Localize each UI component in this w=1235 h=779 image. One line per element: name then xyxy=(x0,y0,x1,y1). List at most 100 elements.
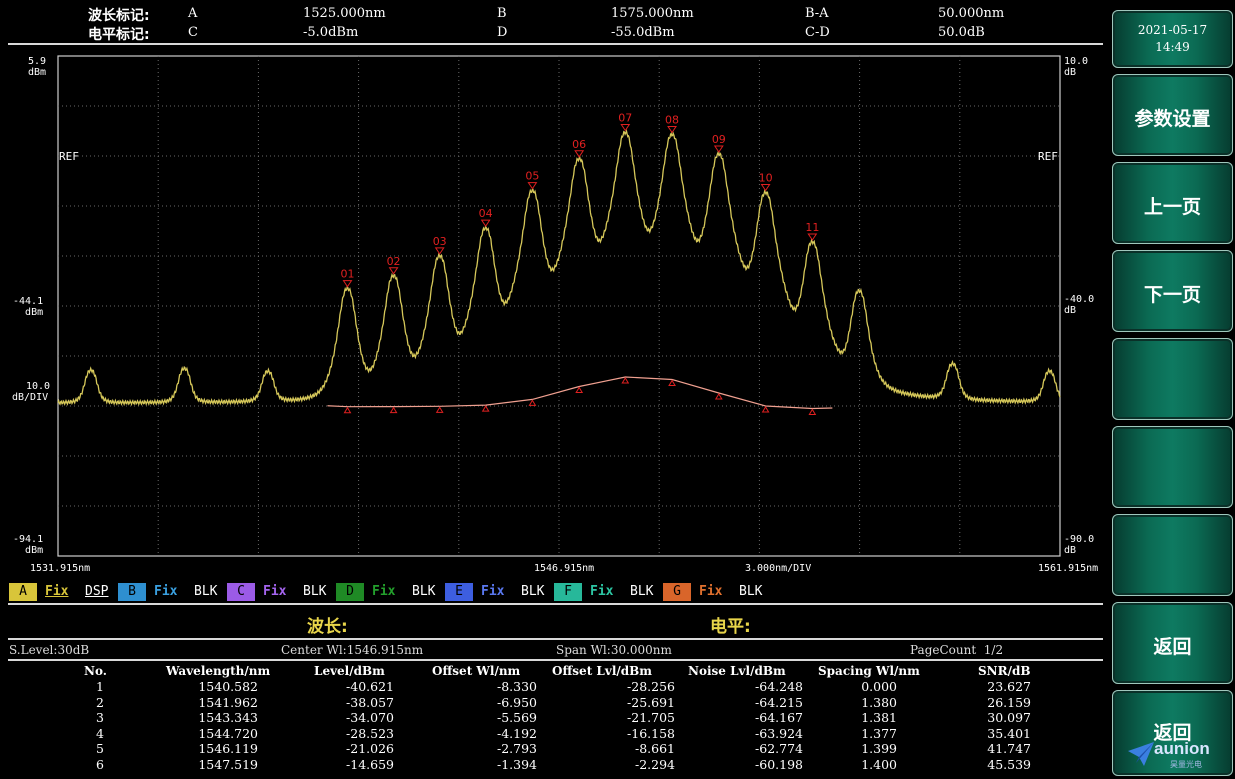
trace-fix: Fix xyxy=(372,584,396,599)
table-cell: -21.026 xyxy=(346,741,394,757)
table-cell: -14.659 xyxy=(346,757,394,772)
soft-key-4[interactable] xyxy=(1112,338,1233,420)
trace-id: B xyxy=(118,583,146,601)
trace-id: F xyxy=(554,583,582,601)
table-header: Offset Wl/nm xyxy=(432,664,521,678)
peak-label: 04 xyxy=(479,207,493,220)
peak-label: 01 xyxy=(340,268,354,281)
soft-key-5[interactable] xyxy=(1112,426,1233,508)
header-divider xyxy=(8,43,1103,45)
table-cell: 1546.119 xyxy=(198,741,258,757)
y-left-mid: -44.1 dBm xyxy=(13,296,44,318)
peak-label: 08 xyxy=(665,114,679,127)
marker-c-value: -5.0dBm xyxy=(303,25,359,40)
date-text: 2021-05-17 xyxy=(1137,23,1208,37)
marker-c-name: C xyxy=(188,25,198,40)
table-cell: -8.330 xyxy=(496,679,537,694)
peak-marker xyxy=(760,184,771,192)
y-left-bot: -94.1 dBm xyxy=(13,534,44,556)
legend-divider xyxy=(8,603,1103,605)
plot-grid xyxy=(58,56,1060,556)
table-cell: 1.400 xyxy=(861,757,897,772)
readout-wavelength: 波长: xyxy=(307,617,348,637)
trace-mode: DSP xyxy=(85,584,109,599)
table-cell: -28.523 xyxy=(346,725,394,741)
table-header: Spacing Wl/nm xyxy=(818,664,920,678)
noise-marker xyxy=(621,377,630,384)
y-left-top: 5.9 dBm xyxy=(28,56,47,78)
table-header: Offset Lvl/dBm xyxy=(552,664,652,678)
table-row[interactable]: 3 1543.343 -34.070 -5.569 -21.705 -64.167 1.38… xyxy=(0,710,1105,725)
table-cell: -6.950 xyxy=(496,694,537,710)
noise-marker xyxy=(575,386,584,393)
param-settings-button[interactable]: 参数设置 xyxy=(1112,74,1233,156)
table-cell: 1.377 xyxy=(861,725,897,741)
trace-fix: Fix xyxy=(263,584,287,599)
table-cell: -8.661 xyxy=(634,741,675,757)
spectrum-plot[interactable]: 01 02 03 04 05 06 07 08 09 10 11 xyxy=(0,48,1110,580)
peak-marker xyxy=(620,124,631,132)
peak-label: 10 xyxy=(759,172,773,185)
soft-key-7[interactable]: 返回 xyxy=(1112,602,1233,684)
trace-mode: BLK xyxy=(194,584,218,599)
noise-marker xyxy=(435,406,444,413)
x-div: 3.000nm/DIV xyxy=(745,563,812,574)
soft-key-6[interactable] xyxy=(1112,514,1233,596)
table-row[interactable]: 1 1540.582 -40.621 -8.330 -28.256 -64.248 0.00… xyxy=(0,679,1105,694)
trace-mode: BLK xyxy=(521,584,545,599)
trace-id: D xyxy=(336,583,364,601)
table-cell: -5.569 xyxy=(496,710,537,726)
trace-fix: Fix xyxy=(699,584,723,599)
peak-label: 09 xyxy=(712,133,726,146)
table-row[interactable]: 4 1544.720 -28.523 -4.192 -16.158 -63.924 1.37… xyxy=(0,726,1105,741)
table-header: No. xyxy=(84,664,107,678)
table-cell: 41.747 xyxy=(987,741,1031,757)
peak-marker xyxy=(667,126,677,134)
noise-marker xyxy=(389,406,398,414)
x-start: 1531.915nm xyxy=(30,563,91,574)
marker-panel: 波长标记: A 1525.000nm B 1575.000nm B-A 50.0… xyxy=(0,0,1105,44)
table-cell: -38.057 xyxy=(346,694,394,710)
y-left-scale: 10.0 dB/DIV xyxy=(12,381,51,403)
table-row[interactable]: 5 1546.119 -21.026 -2.793 -8.661 -62.774 1.399… xyxy=(0,741,1105,756)
y-right-top: 10.0 dB xyxy=(1064,56,1089,78)
marker-cd-value: 50.0dB xyxy=(938,25,985,40)
table-cell: 1 xyxy=(96,679,104,694)
ref-right: REF xyxy=(1038,150,1058,163)
noise-marker xyxy=(528,399,537,406)
ref-left: REF xyxy=(59,150,79,163)
table-cell: -4.192 xyxy=(496,725,537,741)
s-level: S.Level:30dB xyxy=(9,643,90,657)
table-cell: 1547.519 xyxy=(198,757,258,772)
peak-table[interactable]: No. Wavelength/nm Level/dBm Offset Wl/nm Off… xyxy=(0,662,1105,779)
trace-mode: BLK xyxy=(412,584,436,599)
table-cell: 45.539 xyxy=(987,757,1031,772)
aunion-logo: aunion 昊量光电 xyxy=(1126,739,1231,773)
table-row[interactable]: 6 1547.519 -14.659 -1.394 -2.294 -60.198 1.400… xyxy=(0,757,1105,772)
noise-marker xyxy=(343,406,352,414)
marker-b-name: B xyxy=(497,6,507,21)
noise-marker xyxy=(808,408,817,415)
center-wl: Center Wl:1546.915nm xyxy=(281,643,424,657)
table-cell: -40.621 xyxy=(346,679,394,694)
table-cell: 30.097 xyxy=(987,710,1031,726)
peak-marker xyxy=(434,247,445,255)
page-count: PageCount 1/2 xyxy=(910,643,1004,657)
trace-mode: BLK xyxy=(630,584,654,599)
table-cell: 26.159 xyxy=(987,694,1031,710)
table-cell: -25.691 xyxy=(627,694,675,710)
table-cell: -2.294 xyxy=(634,757,675,772)
marker-ba-value: 50.000nm xyxy=(938,6,1005,21)
table-cell: 35.401 xyxy=(987,725,1031,741)
paper-plane-icon xyxy=(1128,742,1154,766)
table-header: Noise Lvl/dBm xyxy=(688,664,786,678)
peak-marker xyxy=(527,182,538,190)
table-row[interactable]: 2 1541.962 -38.057 -6.950 -25.691 -64.215 1.38… xyxy=(0,695,1105,710)
peak-label: 11 xyxy=(805,221,819,234)
table-header: SNR/dB xyxy=(978,664,1031,678)
next-page-button[interactable]: 下一页 xyxy=(1112,250,1233,332)
trace-mode: BLK xyxy=(739,584,763,599)
trace-mode: BLK xyxy=(303,584,327,599)
prev-page-button[interactable]: 上一页 xyxy=(1112,162,1233,244)
logo-subtext: 昊量光电 xyxy=(1170,760,1202,769)
